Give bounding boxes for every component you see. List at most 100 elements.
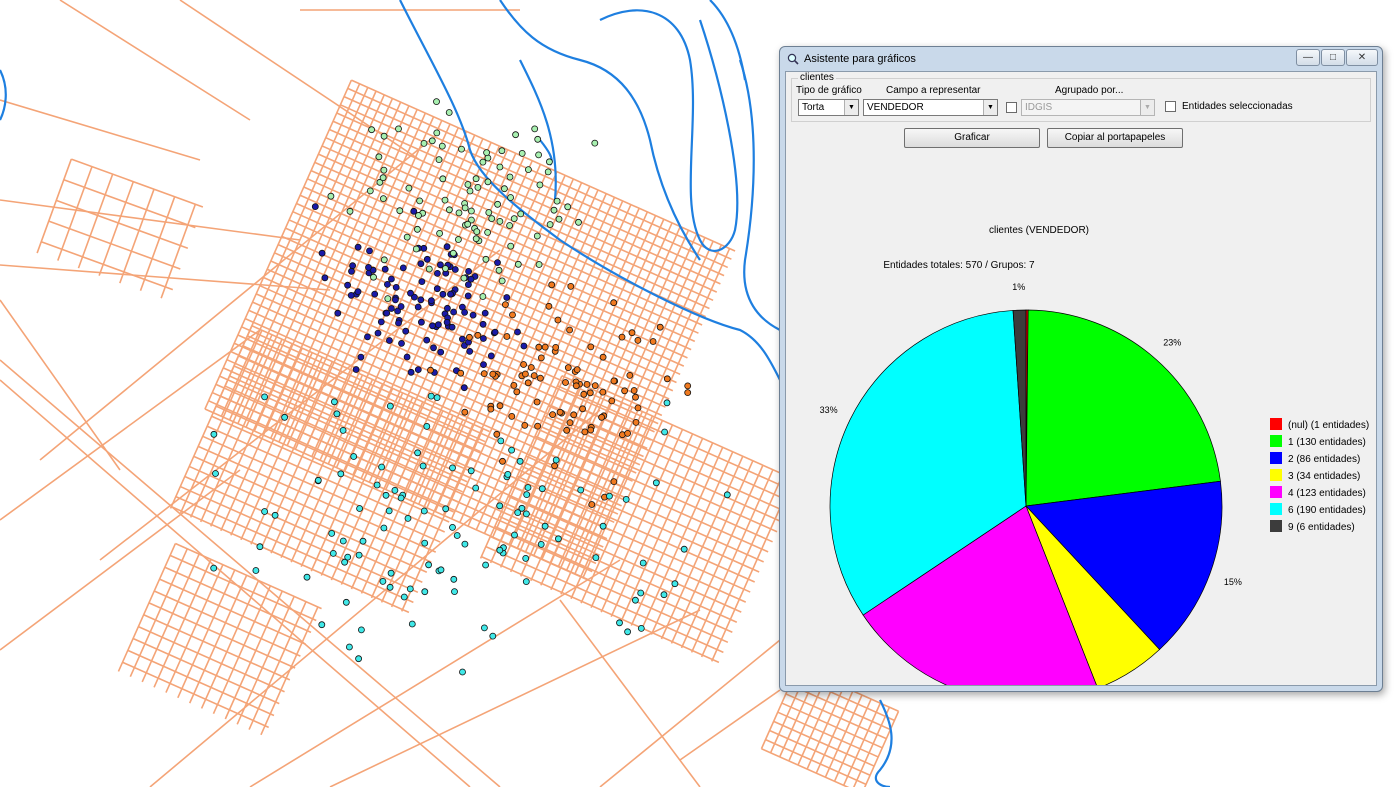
client-point [404, 515, 412, 522]
client-point [499, 457, 506, 465]
client-point [639, 559, 647, 567]
client-point [445, 206, 453, 214]
client-point [572, 382, 580, 390]
client-point [329, 550, 337, 557]
client-point [321, 274, 329, 282]
client-point [514, 260, 522, 268]
client-point [348, 267, 355, 275]
client-point [396, 207, 404, 215]
client-point [337, 470, 345, 478]
river [599, 9, 739, 252]
client-point [624, 628, 631, 636]
client-point [587, 426, 595, 434]
client-point [450, 575, 458, 583]
client-point [494, 259, 501, 267]
client-point [482, 255, 490, 263]
client-point [433, 285, 441, 293]
client-point [419, 462, 427, 470]
client-point [535, 261, 543, 268]
client-point [364, 333, 371, 341]
client-point [386, 402, 394, 410]
client-point [637, 589, 645, 597]
client-point [661, 428, 668, 436]
client-point [498, 147, 506, 155]
client-point [385, 507, 393, 515]
client-point [354, 288, 362, 296]
client-point [583, 380, 591, 388]
client-point [357, 353, 365, 361]
slice-percent-label: 15% [1224, 577, 1242, 587]
client-point [564, 203, 572, 211]
client-point [427, 366, 434, 374]
client-point [508, 412, 516, 420]
client-point [464, 281, 472, 289]
slice-percent-label: 23% [1163, 338, 1181, 348]
client-point [618, 333, 626, 341]
client-point [575, 218, 582, 226]
client-point [423, 422, 431, 430]
client-point [489, 632, 497, 640]
client-point [465, 267, 473, 275]
client-point [355, 655, 363, 663]
client-point [421, 539, 429, 547]
client-point [496, 402, 504, 410]
client-point [684, 382, 692, 390]
close-button[interactable]: ✕ [1346, 49, 1378, 66]
legend-swatch [1270, 503, 1282, 515]
client-point [591, 382, 599, 390]
client-point [355, 551, 363, 559]
client-point [485, 209, 493, 216]
client-point [552, 456, 560, 464]
client-point [382, 491, 390, 499]
client-point [599, 522, 607, 530]
legend-swatch [1270, 435, 1282, 447]
client-point [407, 289, 414, 297]
client-point [464, 181, 472, 188]
client-point [660, 591, 668, 599]
client-point [599, 388, 607, 396]
client-point [423, 255, 431, 263]
client-point [632, 393, 639, 401]
client-point [533, 398, 541, 406]
client-point [524, 379, 532, 387]
river [399, 0, 781, 381]
client-point [496, 217, 504, 225]
client-point [494, 200, 502, 208]
restore-button[interactable]: □ [1321, 49, 1345, 66]
client-point [435, 156, 443, 164]
client-point [610, 377, 618, 385]
client-point [628, 329, 636, 337]
client-point [549, 411, 556, 419]
client-point [525, 166, 532, 174]
client-point [443, 318, 451, 326]
client-point [416, 197, 424, 205]
client-point [566, 419, 574, 427]
client-point [261, 393, 269, 401]
client-point [380, 132, 388, 140]
legend-entry: 1 (130 entidades) [1288, 437, 1366, 448]
client-point [461, 308, 469, 316]
client-point [479, 293, 487, 300]
client-point [580, 390, 588, 398]
client-point [480, 370, 488, 378]
client-point [541, 343, 549, 351]
client-point [487, 352, 495, 360]
client-point [303, 573, 311, 581]
client-point [514, 328, 521, 336]
client-point [514, 509, 522, 516]
client-point [349, 262, 357, 270]
title-bar[interactable]: Asistente para gráficos — □ ✕ [780, 47, 1382, 71]
client-point [461, 408, 469, 416]
minimize-button[interactable]: — [1296, 49, 1320, 66]
dialog-client-area: clientes Tipo de gráfico Torta ▼ Campo a… [785, 71, 1377, 686]
client-point [680, 545, 688, 553]
client-point [537, 541, 545, 548]
client-point [379, 174, 387, 182]
client-point [566, 326, 573, 334]
client-point [352, 366, 360, 373]
client-point [370, 273, 377, 281]
client-point [395, 125, 402, 133]
client-point [451, 266, 459, 273]
client-point [210, 430, 218, 438]
client-point [407, 368, 415, 376]
